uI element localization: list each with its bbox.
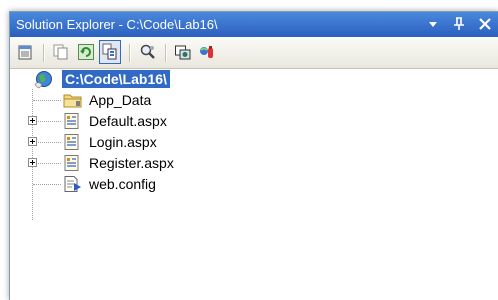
- tree-item-web-config[interactable]: web.config: [10, 174, 330, 194]
- show-all-files-icon[interactable]: [99, 40, 121, 64]
- view-designer-icon[interactable]: [139, 43, 157, 61]
- config-file-icon: [63, 175, 81, 193]
- properties-icon[interactable]: [17, 43, 35, 61]
- website-globe-icon: [34, 69, 52, 89]
- expand-toggle[interactable]: [28, 137, 37, 146]
- toolbar-separator: [43, 44, 45, 62]
- tree-item-app-data[interactable]: App_Data: [10, 90, 330, 110]
- aspx-page-icon: [63, 133, 81, 151]
- title-bar[interactable]: Solution Explorer - C:\Code\Lab16\: [10, 12, 498, 37]
- window-title: Solution Explorer - C:\Code\Lab16\: [16, 17, 218, 32]
- tree-item-label: web.config: [89, 176, 156, 192]
- tree-connector-line: [33, 184, 61, 186]
- copy-website-icon[interactable]: [174, 43, 192, 61]
- expand-toggle[interactable]: [28, 158, 37, 167]
- tree-item-label: Register.aspx: [89, 155, 174, 171]
- tree-item-default-aspx[interactable]: Default.aspx: [10, 111, 330, 131]
- toolbar-separator: [165, 44, 167, 62]
- aspx-page-icon: [63, 154, 81, 172]
- toolbar-separator: [129, 44, 131, 62]
- tree-item-label: App_Data: [89, 92, 152, 108]
- close-icon[interactable]: [477, 15, 493, 33]
- pin-icon[interactable]: [451, 15, 467, 33]
- tree-item-register-aspx[interactable]: Register.aspx: [10, 153, 330, 173]
- solution-explorer-panel: Solution Explorer - C:\Code\Lab16\ C:\Co…: [9, 11, 498, 300]
- tree-item-label: Default.aspx: [89, 113, 167, 129]
- expand-toggle[interactable]: [28, 116, 37, 125]
- aspx-page-icon: [63, 112, 81, 130]
- tree-item-login-aspx[interactable]: Login.aspx: [10, 132, 330, 152]
- tree-connector-line: [38, 142, 61, 144]
- tree-connector-line: [38, 121, 61, 123]
- dropdown-arrow-icon[interactable]: [425, 15, 441, 33]
- toolbar: [10, 37, 498, 69]
- solution-tree: C:\Code\Lab16\ App_Data Default.aspx Log…: [10, 69, 498, 300]
- refresh-icon[interactable]: [77, 43, 95, 61]
- tree-item-label: Login.aspx: [89, 134, 157, 150]
- tree-root-label: C:\Code\Lab16\: [62, 70, 170, 88]
- tree-connector-line: [33, 100, 61, 102]
- copy-icon[interactable]: [52, 43, 70, 61]
- tree-root[interactable]: C:\Code\Lab16\: [10, 69, 330, 89]
- tree-connector-line: [38, 163, 61, 165]
- folder-icon: [63, 91, 82, 109]
- aspnet-configuration-icon[interactable]: [198, 43, 216, 61]
